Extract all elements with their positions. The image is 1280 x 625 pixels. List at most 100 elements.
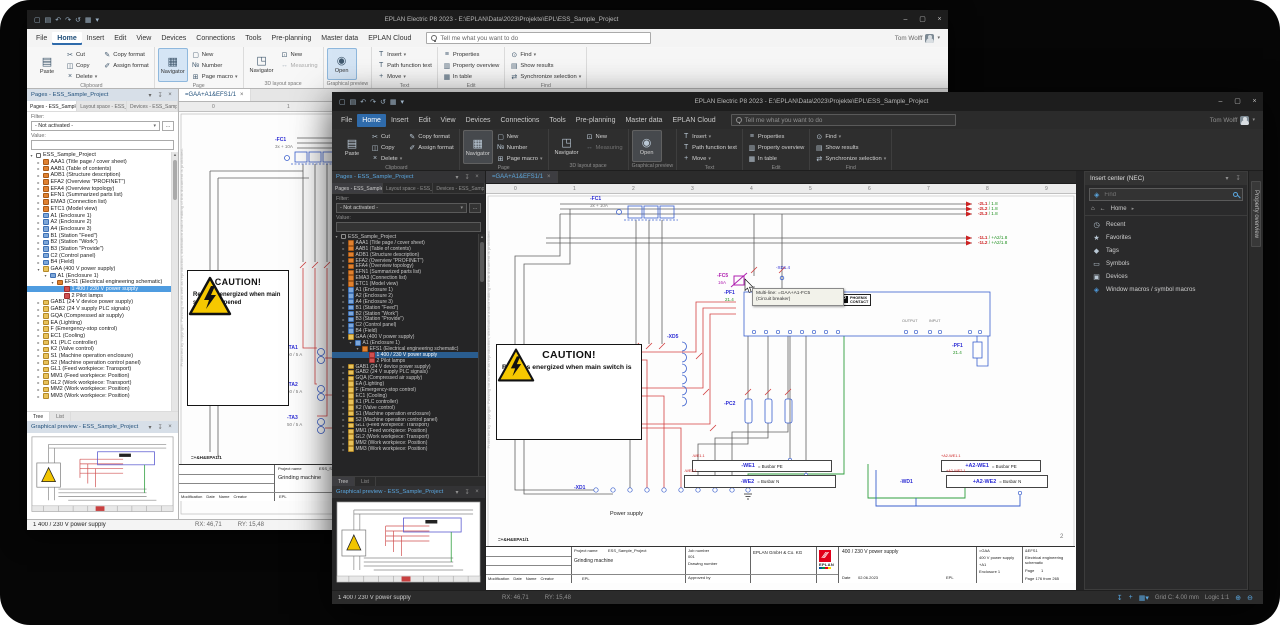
logic-scale[interactable]: Logic 1:1 [1205, 595, 1229, 601]
tree-item[interactable]: 2 Pilot lamps [27, 292, 171, 299]
home-icon[interactable]: ⌂ [1091, 206, 1095, 212]
insert-button[interactable]: TInsert▾ [375, 49, 434, 60]
delete-button[interactable]: ×Delete▾ [369, 153, 404, 164]
tree-item[interactable]: ▸S1 (Machine operation enclosure) [27, 353, 171, 360]
tree-item[interactable]: ▸EC1 (Cooling) [27, 333, 171, 340]
properties-button[interactable]: ≡Properties [746, 131, 806, 142]
measuring-button[interactable]: ↔Measuring [279, 60, 320, 71]
filter-dropdown[interactable]: - Not activated - ▾ [336, 203, 467, 213]
view-tab-tree[interactable]: Tree [27, 412, 50, 421]
refresh-icon[interactable]: ↺ [380, 98, 386, 106]
copy-format-button[interactable]: ✎Copy format [406, 131, 455, 142]
pin-icon[interactable]: ↧ [1117, 594, 1123, 602]
cut-button[interactable]: ✂Cut [64, 49, 99, 60]
menu-tab-pre-planning[interactable]: Pre-planning [571, 114, 621, 127]
back-icon[interactable]: ← [1100, 206, 1106, 212]
tree-item[interactable]: 1 400 / 230 V power supply [27, 286, 171, 293]
navigator-button[interactable]: ◳Navigator [552, 130, 582, 162]
minimize-button[interactable]: – [897, 10, 914, 29]
chevron-down-icon[interactable]: ▾ [146, 424, 154, 431]
tell-me-search[interactable]: Tell me what you want to do [731, 114, 956, 126]
new-page-icon[interactable]: ▢ [339, 98, 346, 106]
open-project-icon[interactable]: ▤ [350, 98, 357, 106]
grid-setting[interactable]: Grid C: 4.00 mm [1155, 595, 1199, 601]
panel-tab-1[interactable]: Layout space - ESS_Sa... [77, 101, 127, 111]
refresh-icon[interactable]: ↺ [75, 16, 81, 24]
new-button[interactable]: ⊡New [584, 131, 625, 142]
open-button[interactable]: ◉Open [327, 48, 357, 80]
tell-me-search[interactable]: Tell me what you want to do [426, 32, 651, 44]
tree-root[interactable]: ▾ESS_Sample_Project [27, 152, 171, 159]
pin-icon[interactable]: ↧ [1234, 175, 1242, 182]
page-macro-button[interactable]: ⊞Page macro▾ [190, 71, 240, 82]
close-icon[interactable]: × [166, 92, 174, 98]
tree-item[interactable]: ▸B2 (Station "Work") [27, 239, 171, 246]
tree-item[interactable]: ▸GAB2 (24 V supply PLC signals) [27, 306, 171, 313]
graphical-preview[interactable] [27, 433, 178, 519]
close-icon[interactable]: × [473, 174, 481, 180]
value-input[interactable] [340, 223, 477, 231]
maximize-button[interactable]: ▢ [1229, 92, 1246, 111]
menu-tab-connections[interactable]: Connections [496, 114, 545, 127]
assign-format-button[interactable]: ✐Assign format [101, 60, 150, 71]
filter-more-button[interactable]: … [469, 203, 481, 213]
tree-item[interactable]: ▸EFN1 (Summarized parts list) [27, 192, 171, 199]
tree-item[interactable]: ▸MM3 (Work workpiece: Position) [332, 446, 478, 452]
find-button[interactable]: ⊙Find▾ [813, 131, 888, 142]
user-account[interactable]: Tom Wolff ▾ [895, 34, 948, 43]
panel-tab-0[interactable]: Pages - ESS_Sample_P... [332, 183, 383, 193]
copy-format-button[interactable]: ✎Copy format [101, 49, 150, 60]
schematic-canvas[interactable]: 0123456789 [486, 184, 1076, 590]
open-project-icon[interactable]: ▤ [45, 16, 52, 24]
close-icon[interactable]: × [547, 174, 551, 180]
zoom-out-icon[interactable]: ⊖ [1247, 594, 1253, 602]
delete-button[interactable]: ×Delete▾ [64, 71, 99, 82]
tree-item[interactable]: ▸EFA4 (Overview topology) [27, 185, 171, 192]
graphical-preview[interactable] [332, 498, 485, 590]
page-macro-button[interactable]: ⊞Page macro▾ [495, 153, 545, 164]
menu-tab-pre-planning[interactable]: Pre-planning [267, 32, 317, 45]
tree-item[interactable]: ▾EFS1 (Electrical engineering schematic) [27, 279, 171, 286]
tree-item[interactable]: ▸K1 (PLC controller) [27, 339, 171, 346]
navigator-button[interactable]: ◳Navigator [247, 48, 277, 80]
tree-item[interactable]: ▸A1 (Enclosure 1) [27, 212, 171, 219]
tree-item[interactable]: ▸GQA (Compressed air supply) [27, 313, 171, 320]
move-button[interactable]: +Move▾ [680, 153, 739, 164]
menu-tab-insert[interactable]: Insert [82, 32, 110, 45]
tree-item[interactable]: ▸EFA2 (Overview "PROFINET") [27, 179, 171, 186]
tree-scrollbar[interactable]: ▲ [171, 152, 178, 411]
pin-icon[interactable]: ↧ [463, 489, 471, 496]
zoom-in-icon[interactable]: ⊕ [1235, 594, 1241, 602]
copy-button[interactable]: ◫Copy [64, 60, 99, 71]
cut-button[interactable]: ✂Cut [369, 131, 404, 142]
tree-item[interactable]: ▸S2 (Machine operation control panel) [27, 359, 171, 366]
assign-format-button[interactable]: ✐Assign format [406, 142, 455, 153]
find-button[interactable]: ⊙Find▾ [508, 49, 583, 60]
tree-item[interactable]: ▸B4 (Field) [27, 259, 171, 266]
value-input[interactable] [35, 141, 170, 149]
property-overview-tab[interactable]: Property overview [1251, 181, 1261, 247]
menu-tab-tools[interactable]: Tools [544, 114, 570, 127]
pin-icon[interactable]: ↧ [156, 92, 164, 99]
tree-item[interactable]: ▸EA (Lighting) [27, 319, 171, 326]
menu-tab-home[interactable]: Home [52, 32, 81, 45]
menu-tab-devices[interactable]: Devices [461, 114, 496, 127]
view-tab-tree[interactable]: Tree [332, 477, 355, 486]
paste-button[interactable]: ▤Paste [337, 130, 367, 164]
tree-item[interactable]: ▸GL1 (Feed workpiece: Transport) [27, 366, 171, 373]
property-overview-button[interactable]: ▥Property overview [441, 60, 501, 71]
close-icon[interactable]: × [473, 489, 481, 495]
tree-item[interactable]: ▸MM2 (Work workpiece: Position) [27, 386, 171, 393]
editor-tab[interactable]: =GAA+A1&EFS1/1× [486, 171, 558, 183]
menu-tab-master-data[interactable]: Master data [620, 114, 667, 127]
chevron-down-icon[interactable]: ▾ [146, 92, 154, 99]
menu-tab-connections[interactable]: Connections [191, 32, 240, 45]
new-button[interactable]: ▢New [190, 49, 240, 60]
menu-tab-edit[interactable]: Edit [413, 114, 435, 127]
menu-tab-edit[interactable]: Edit [109, 32, 131, 45]
qat-more-icon[interactable]: ▾ [401, 98, 405, 106]
close-icon[interactable]: × [240, 92, 244, 98]
menu-tab-file[interactable]: File [31, 32, 52, 45]
add-icon[interactable]: + [1129, 594, 1133, 601]
tree-item[interactable]: ▸B1 (Station "Feed") [27, 232, 171, 239]
